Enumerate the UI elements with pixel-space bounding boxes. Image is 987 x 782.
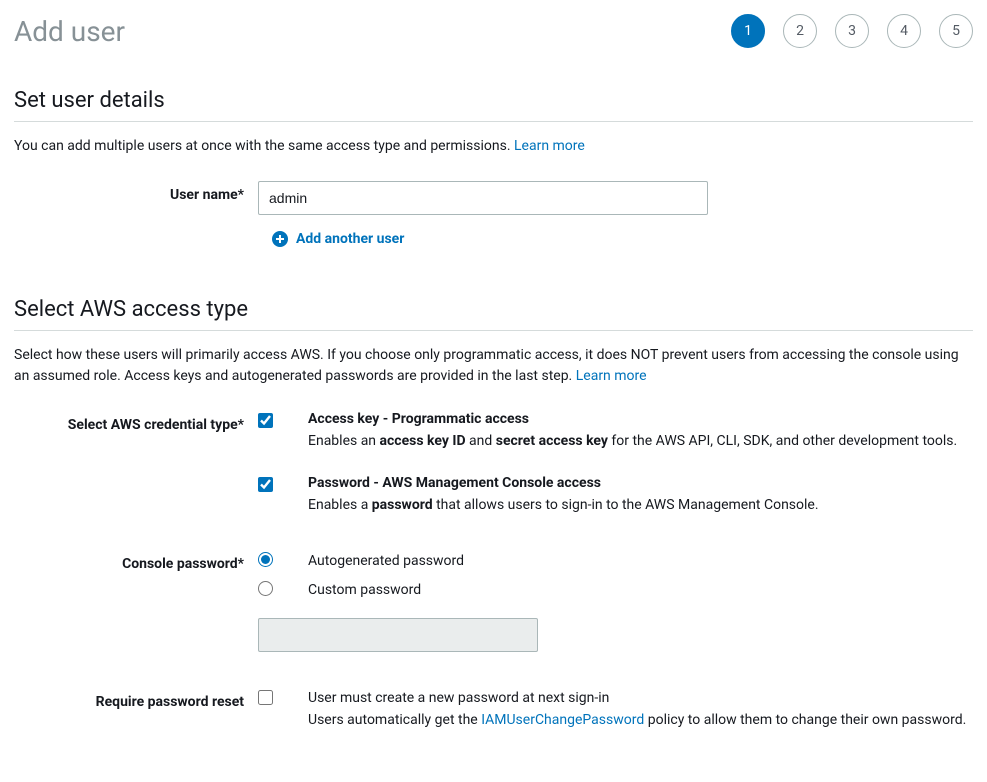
access-key-desc: Enables an access key ID and secret acce… bbox=[308, 431, 973, 453]
add-another-user-label: Add another user bbox=[296, 231, 404, 247]
section-user-details-title: Set user details bbox=[14, 88, 973, 113]
custom-password-input bbox=[258, 618, 538, 652]
custom-password-radio[interactable] bbox=[258, 581, 273, 596]
require-reset-line2: Users automatically get the IAMUserChang… bbox=[308, 710, 973, 732]
password-title: Password - AWS Management Console access bbox=[308, 475, 973, 491]
plus-circle-icon bbox=[272, 231, 288, 247]
step-3[interactable]: 3 bbox=[835, 14, 869, 48]
username-label: User name* bbox=[14, 181, 258, 203]
require-reset-label: Require password reset bbox=[14, 688, 258, 710]
step-1[interactable]: 1 bbox=[731, 14, 765, 48]
access-key-title: Access key - Programmatic access bbox=[308, 411, 973, 427]
username-input[interactable] bbox=[258, 181, 708, 215]
learn-more-link-2[interactable]: Learn more bbox=[576, 368, 647, 384]
section-access-type-title: Select AWS access type bbox=[14, 297, 973, 322]
divider bbox=[14, 121, 973, 122]
require-reset-checkbox[interactable] bbox=[258, 690, 273, 705]
page-title: Add user bbox=[14, 15, 125, 48]
autogenerated-password-label: Autogenerated password bbox=[308, 553, 464, 569]
custom-password-label: Custom password bbox=[308, 582, 421, 598]
learn-more-link[interactable]: Learn more bbox=[514, 138, 585, 154]
password-checkbox[interactable] bbox=[258, 477, 273, 492]
console-password-label: Console password* bbox=[14, 550, 258, 572]
section-user-details-subtitle: You can add multiple users at once with … bbox=[14, 136, 973, 157]
iam-policy-link[interactable]: IAMUserChangePassword bbox=[481, 712, 644, 728]
access-key-checkbox[interactable] bbox=[258, 413, 273, 428]
require-reset-line1: User must create a new password at next … bbox=[308, 688, 973, 710]
section-access-type-subtitle: Select how these users will primarily ac… bbox=[14, 345, 973, 387]
wizard-steps: 1 2 3 4 5 bbox=[731, 14, 973, 48]
autogenerated-password-radio[interactable] bbox=[258, 552, 273, 567]
step-4[interactable]: 4 bbox=[887, 14, 921, 48]
step-2[interactable]: 2 bbox=[783, 14, 817, 48]
password-desc: Enables a password that allows users to … bbox=[308, 495, 973, 517]
add-another-user-button[interactable]: Add another user bbox=[272, 231, 973, 247]
credential-type-label: Select AWS credential type* bbox=[14, 411, 258, 433]
divider bbox=[14, 330, 973, 331]
step-5[interactable]: 5 bbox=[939, 14, 973, 48]
